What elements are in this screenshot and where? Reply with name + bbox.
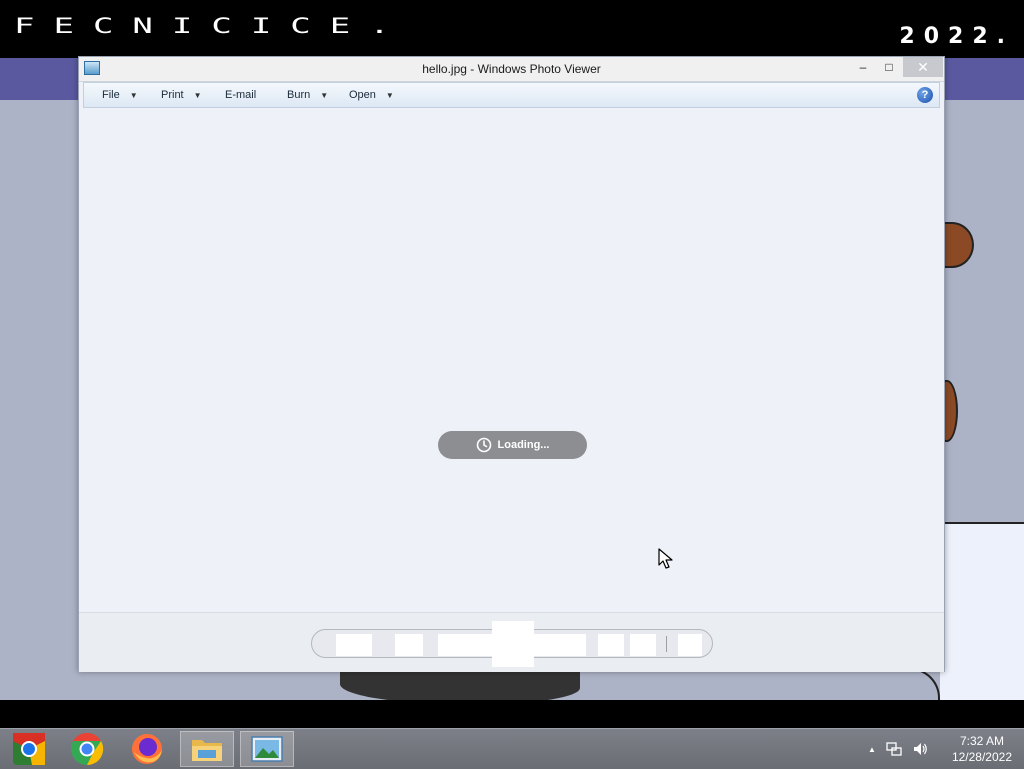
photo-viewer-window: hello.jpg - Windows Photo Viewer ‒ □ ✕ F… — [78, 56, 945, 672]
zoom-button[interactable] — [336, 634, 372, 656]
wallpaper-art-shape — [940, 522, 1024, 704]
clock-time: 7:32 AM — [959, 734, 1004, 748]
menu-burn-label: Burn — [287, 89, 311, 101]
controls-divider — [666, 636, 667, 652]
menu-burn[interactable]: Burn ▼ — [287, 89, 328, 101]
taskbar-chrome[interactable] — [60, 731, 114, 767]
menu-open[interactable]: Open ▼ — [349, 89, 394, 101]
minimize-button[interactable]: ‒ — [849, 57, 877, 77]
navigation-bar — [79, 612, 944, 672]
taskbar-clock[interactable]: 7:32 AM 12/28/2022 — [952, 733, 1012, 765]
photo-viewer-icon — [251, 736, 283, 762]
volume-icon[interactable] — [912, 741, 928, 757]
wallpaper-logo-text: FECNICICE. — [14, 14, 409, 39]
menu-bar: File ▼ Print ▼ E-mail Burn ▼ Open ▼ ? — [83, 82, 940, 108]
loading-text: Loading... — [497, 439, 550, 451]
wallpaper-bottom-band — [0, 700, 1024, 728]
dropdown-arrow-icon: ▼ — [320, 91, 329, 100]
taskbar-chromium[interactable] — [2, 731, 56, 767]
clock-icon — [476, 437, 491, 453]
menu-file-label: File — [102, 89, 120, 101]
rotate-right-button[interactable] — [630, 634, 656, 656]
delete-button[interactable] — [678, 634, 702, 656]
actual-size-button[interactable] — [395, 634, 423, 656]
wallpaper-art-shape — [840, 668, 940, 702]
close-button[interactable]: ✕ — [903, 57, 943, 77]
previous-button[interactable] — [438, 634, 492, 656]
taskbar: ▲ 7:32 AM 12/28/2022 — [0, 728, 1024, 769]
system-tray: ▲ — [868, 739, 928, 759]
window-title: hello.jpg - Windows Photo Viewer — [422, 62, 601, 76]
window-titlebar[interactable]: hello.jpg - Windows Photo Viewer ‒ □ ✕ — [79, 57, 944, 82]
dropdown-arrow-icon: ▼ — [385, 91, 394, 100]
image-display-area[interactable]: Loading... — [81, 109, 942, 612]
chrome-icon — [71, 732, 104, 766]
show-hidden-icons-icon[interactable]: ▲ — [868, 745, 876, 754]
mouse-cursor-icon — [658, 548, 673, 569]
menu-print[interactable]: Print ▼ — [161, 89, 202, 101]
help-icon[interactable]: ? — [917, 87, 933, 103]
maximize-button[interactable]: □ — [875, 57, 903, 77]
taskbar-firefox[interactable] — [120, 731, 174, 767]
menu-print-label: Print — [161, 89, 184, 101]
next-button[interactable] — [534, 634, 586, 656]
network-icon[interactable] — [886, 741, 902, 757]
slideshow-button[interactable] — [492, 621, 534, 667]
taskbar-file-explorer[interactable] — [180, 731, 234, 767]
dropdown-arrow-icon: ▼ — [193, 91, 202, 100]
clock-date: 12/28/2022 — [951, 750, 1012, 764]
playback-controls — [311, 621, 713, 667]
menu-open-label: Open — [349, 89, 376, 101]
menu-email-label: E-mail — [225, 89, 257, 101]
menu-file[interactable]: File ▼ — [102, 89, 138, 101]
menu-email[interactable]: E-mail — [225, 89, 256, 101]
taskbar-photo-viewer[interactable] — [240, 731, 294, 767]
rotate-left-button[interactable] — [598, 634, 624, 656]
dropdown-arrow-icon: ▼ — [129, 91, 138, 100]
chromium-icon — [13, 733, 45, 765]
loading-indicator: Loading... — [438, 431, 587, 459]
folder-icon — [192, 740, 222, 761]
firefox-icon — [132, 734, 162, 764]
wallpaper-year-text: 2022. — [899, 24, 1014, 49]
